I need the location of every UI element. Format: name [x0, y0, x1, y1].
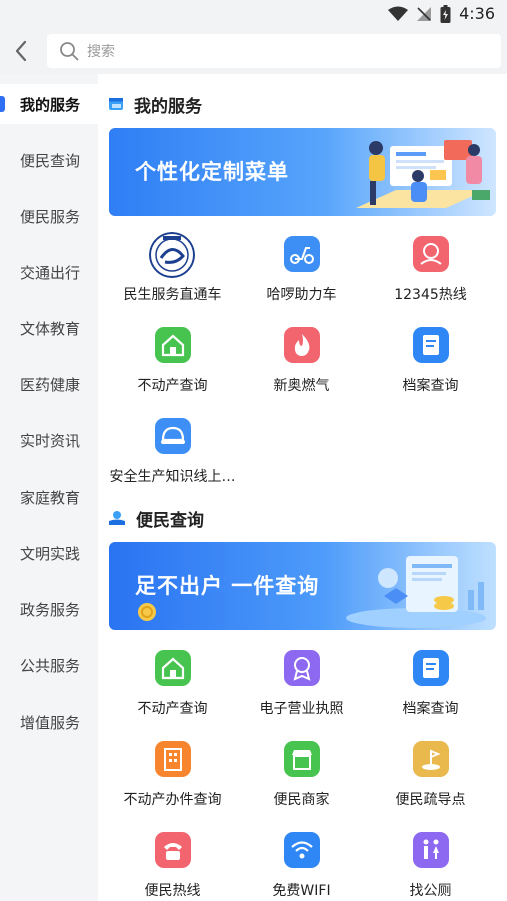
document-icon — [413, 650, 449, 686]
service-convenience-hotline[interactable]: 便民热线 — [108, 832, 237, 901]
sidebar-item-culture-education[interactable]: 文体教育 — [0, 308, 98, 348]
sidebar-item-medical-health[interactable]: 医药健康 — [0, 364, 98, 404]
scooter-icon — [284, 236, 320, 272]
office-illustration-icon — [356, 140, 490, 208]
sidebar-item-government-service[interactable]: 政务服务 — [0, 589, 98, 629]
wifi-signal-icon — [388, 6, 409, 21]
sidebar-item-my-services[interactable]: 我的服务 — [0, 84, 98, 124]
service-label: 民生服务直通车 — [123, 287, 222, 303]
service-archive-query[interactable]: 档案查询 — [366, 327, 495, 407]
back-arrow-icon[interactable] — [10, 38, 34, 64]
service-xinao-gas[interactable]: 新奥燃气 — [237, 327, 366, 407]
active-indicator — [0, 96, 5, 112]
service-business-license[interactable]: 电子营业执照 — [237, 650, 366, 730]
sidebar-item-label: 便民查询 — [20, 152, 81, 170]
sidebar-item-label: 便民服务 — [20, 208, 81, 226]
wifi-icon — [284, 832, 320, 868]
service-real-estate-case-query[interactable]: 不动产办件查询 — [108, 741, 237, 821]
helmet-icon — [155, 418, 191, 454]
restroom-icon — [413, 832, 449, 868]
section-title: 便民查询 — [136, 510, 204, 531]
sidebar-item-civilization-practice[interactable]: 文明实践 — [0, 533, 98, 573]
service-content: 我的服务 个性化定制菜单 民生服务直通车 哈啰助力车 12345热线 不动产查询… — [98, 74, 507, 901]
search-box[interactable] — [47, 34, 501, 68]
section-title: 我的服务 — [134, 96, 202, 117]
service-label: 12345热线 — [394, 287, 467, 303]
sidebar-item-label: 政务服务 — [20, 601, 81, 619]
sidebar-item-label: 文体教育 — [20, 320, 81, 338]
section-hand-icon — [109, 511, 125, 525]
sidebar-item-family-education[interactable]: 家庭教育 — [0, 477, 98, 517]
service-label: 免费WIFI — [272, 883, 331, 899]
service-diversion-point[interactable]: 便民疏导点 — [366, 741, 495, 821]
service-label: 档案查询 — [402, 701, 459, 717]
service-minsheng-express[interactable]: 民生服务直通车 — [108, 232, 237, 316]
service-label: 哈啰助力车 — [266, 287, 337, 303]
sidebar-item-label: 医药健康 — [20, 376, 81, 394]
banner-text: 足不出户 一件查询 — [135, 574, 320, 598]
data-illustration-icon — [346, 556, 486, 628]
search-bar — [0, 28, 507, 74]
service-label: 便民热线 — [144, 883, 201, 899]
service-label: 便民商家 — [273, 792, 330, 808]
service-local-merchants[interactable]: 便民商家 — [237, 741, 366, 821]
service-label: 电子营业执照 — [259, 701, 344, 717]
flame-icon — [284, 327, 320, 363]
store-icon — [284, 741, 320, 777]
status-bar: 4:36 — [0, 0, 507, 28]
sidebar-item-transport[interactable]: 交通出行 — [0, 252, 98, 292]
service-real-estate-query[interactable]: 不动产查询 — [108, 327, 237, 407]
building-icon — [155, 741, 191, 777]
section-header-my-services: 我的服务 — [108, 92, 202, 117]
sidebar-item-label: 实时资讯 — [20, 432, 81, 450]
service-label: 不动产办件查询 — [123, 792, 222, 808]
query-banner[interactable]: 足不出户 一件查询 — [109, 542, 496, 630]
battery-icon — [440, 4, 451, 23]
house-icon — [155, 327, 191, 363]
no-signal-icon — [417, 6, 432, 21]
house-icon — [155, 650, 191, 686]
location-icon — [413, 741, 449, 777]
badge-icon — [284, 650, 320, 686]
sidebar-item-public-service[interactable]: 公共服务 — [0, 645, 98, 685]
sidebar-item-value-added-service[interactable]: 增值服务 — [0, 702, 98, 742]
service-archive-query-2[interactable]: 档案查询 — [366, 650, 495, 730]
sidebar-item-label: 家庭教育 — [20, 489, 81, 507]
emblem-icon — [149, 232, 195, 278]
sidebar-item-label: 增值服务 — [20, 714, 81, 732]
section-window-icon — [109, 98, 123, 110]
service-hello-bike[interactable]: 哈啰助力车 — [237, 236, 366, 316]
user-hotline-icon — [413, 236, 449, 272]
sidebar-item-label: 公共服务 — [20, 657, 81, 675]
section-header-convenience-query: 便民查询 — [108, 506, 204, 531]
phone-icon — [155, 832, 191, 868]
service-label: 档案查询 — [402, 378, 459, 394]
document-icon — [413, 327, 449, 363]
service-label: 便民疏导点 — [395, 792, 466, 808]
service-find-restroom[interactable]: 找公厕 — [366, 832, 495, 901]
sidebar-item-convenience-service[interactable]: 便民服务 — [0, 196, 98, 236]
custom-menu-banner[interactable]: 个性化定制菜单 — [109, 128, 496, 216]
search-input[interactable] — [85, 39, 489, 65]
service-free-wifi[interactable]: 免费WIFI — [237, 832, 366, 901]
service-label: 不动产查询 — [137, 378, 208, 394]
coin-icon — [138, 603, 156, 621]
banner-text: 个性化定制菜单 — [135, 160, 289, 184]
service-12345-hotline[interactable]: 12345热线 — [366, 236, 495, 316]
service-label: 找公厕 — [409, 883, 452, 899]
service-safety-knowledge[interactable]: 安全生产知识线上… — [108, 418, 237, 498]
category-sidebar: 我的服务 便民查询 便民服务 交通出行 文体教育 医药健康 实时资讯 家庭教育 … — [0, 74, 98, 901]
sidebar-item-label: 文明实践 — [20, 545, 81, 563]
sidebar-item-label: 我的服务 — [20, 96, 81, 114]
service-label: 新奥燃气 — [273, 378, 330, 394]
sidebar-item-label: 交通出行 — [20, 264, 81, 282]
service-label: 安全生产知识线上… — [109, 469, 236, 485]
service-label: 不动产查询 — [137, 701, 208, 717]
service-real-estate-query-2[interactable]: 不动产查询 — [108, 650, 237, 730]
search-icon — [60, 42, 79, 61]
sidebar-item-convenience-query[interactable]: 便民查询 — [0, 140, 98, 180]
sidebar-item-realtime-news[interactable]: 实时资讯 — [0, 420, 98, 460]
status-time: 4:36 — [459, 4, 495, 23]
